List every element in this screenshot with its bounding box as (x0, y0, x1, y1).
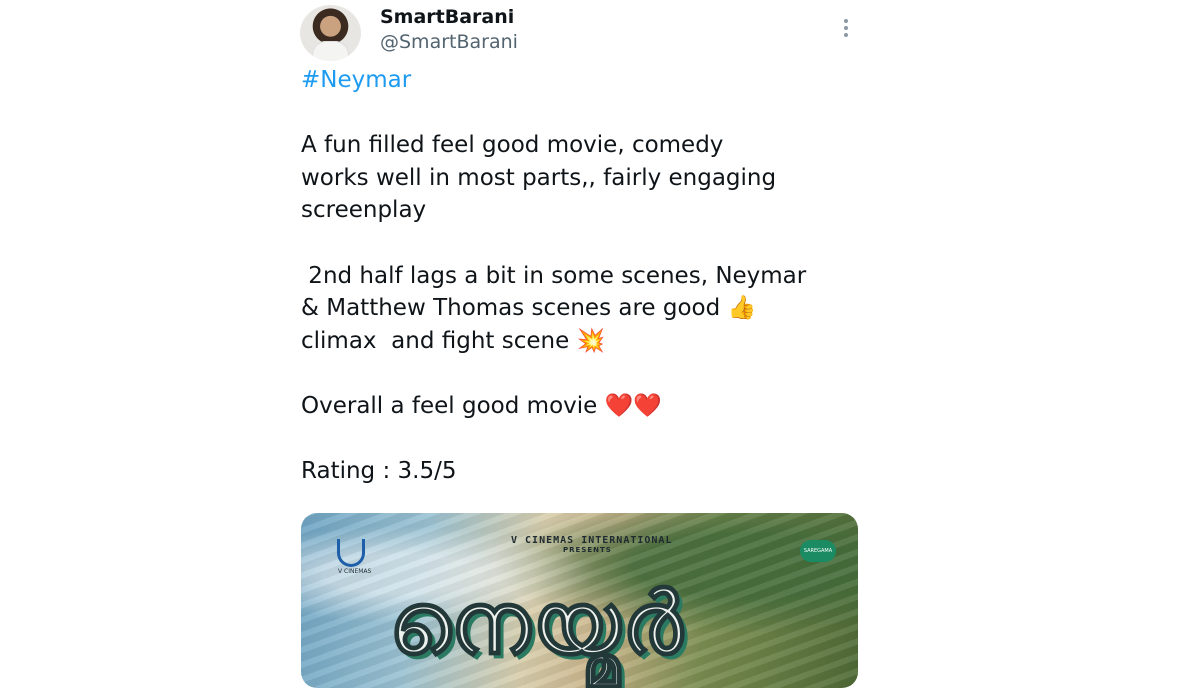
v-cinemas-logo (337, 539, 365, 567)
text-line: 2nd half lags a bit in some scenes, Neym… (301, 262, 807, 289)
hashtag-link[interactable]: #Neymar (301, 67, 411, 93)
tweet[interactable]: SmartBarani @SmartBarani #Neymar A fun f… (300, 0, 860, 688)
author-name[interactable]: SmartBarani (380, 6, 514, 28)
text-line: screenplay (301, 197, 427, 224)
movie-title-logo: നെയ്മർ (388, 572, 685, 675)
v-cinemas-logo-text: V CINEMAS (338, 568, 372, 575)
text-line: climax and fight scene 💥 (301, 327, 606, 354)
text-line: Overall a feel good movie ❤️❤️ (301, 392, 662, 419)
text-line: works well in most parts,, fairly engagi… (301, 164, 777, 191)
text-line: A fun filled feel good movie, comedy (301, 132, 724, 159)
presents-text: PRESENTS (563, 546, 612, 554)
author-handle[interactable]: @SmartBarani (380, 31, 518, 53)
tweet-text: #Neymar A fun filled feel good movie, co… (301, 64, 856, 488)
studio-credit: V CINEMAS INTERNATIONAL (511, 535, 673, 546)
more-vertical-icon[interactable] (836, 14, 856, 42)
rating-text: Rating : 3.5/5 (301, 458, 457, 485)
avatar[interactable] (300, 5, 361, 61)
music-label-logo: SAREGAMA (800, 540, 836, 562)
text-line: & Matthew Thomas scenes are good 👍 (301, 295, 757, 322)
tweet-media-image[interactable]: V CINEMAS V CINEMAS INTERNATIONAL PRESEN… (301, 513, 858, 688)
avatar-shirt (312, 41, 349, 61)
